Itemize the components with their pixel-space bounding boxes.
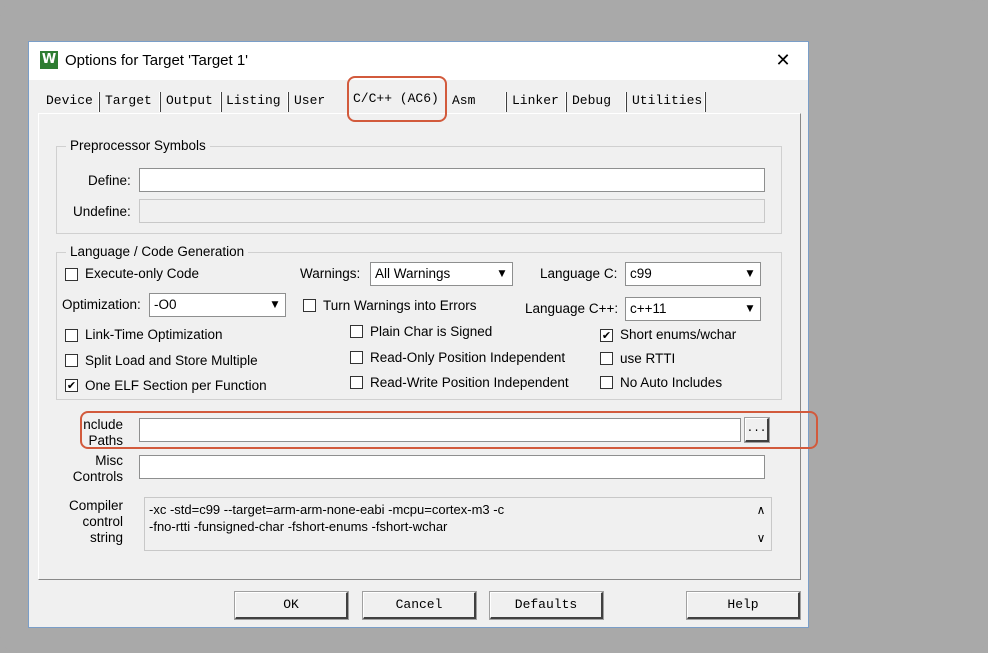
language-cpp-select[interactable]: c++11 ▼ [625, 297, 761, 321]
keil-app-icon: W [40, 51, 58, 69]
tab-utilities[interactable]: Utilities [628, 90, 706, 112]
defaults-button[interactable]: Defaults [489, 591, 604, 620]
read-only-pi-label: Read-Only Position Independent [370, 350, 566, 365]
define-label: Define: [88, 173, 131, 188]
turn-warnings-errors-checkbox[interactable] [303, 299, 316, 312]
language-c-label: Language C: [540, 266, 618, 281]
include-paths-highlight [80, 411, 818, 449]
compiler-control-line2: -fno-rtti -funsigned-char -fshort-enums … [149, 519, 448, 534]
tab-linker[interactable]: Linker [508, 90, 563, 112]
window-title: Options for Target 'Target 1' [65, 52, 249, 69]
plain-char-checkbox[interactable] [350, 325, 363, 338]
tab-separator [505, 92, 507, 112]
ok-button[interactable]: OK [234, 591, 349, 620]
undefine-label: Undefine: [73, 204, 131, 219]
optimization-value: -O0 [154, 297, 177, 312]
compiler-control-label-line1: Compiler [68, 498, 123, 513]
define-input[interactable] [139, 168, 765, 192]
tab-target[interactable]: Target [101, 90, 156, 112]
link-time-checkbox[interactable] [65, 329, 78, 342]
close-icon[interactable]: ✕ [770, 48, 796, 74]
tab-separator [98, 92, 100, 112]
title-bar: W Options for Target 'Target 1' ✕ [29, 42, 808, 80]
language-c-value: c99 [630, 266, 652, 281]
warnings-select[interactable]: All Warnings ▼ [370, 262, 513, 286]
language-c-select[interactable]: c99 ▼ [625, 262, 761, 286]
warnings-label: Warnings: [300, 266, 361, 281]
use-rtti-label: use RTTI [620, 351, 676, 366]
options-dialog: W Options for Target 'Target 1' ✕ Device… [28, 41, 809, 628]
misc-controls-label-line1: Misc [95, 453, 123, 468]
execute-only-label: Execute-only Code [85, 266, 200, 281]
help-button[interactable]: Help [686, 591, 801, 620]
chevron-down-icon: ▼ [271, 300, 279, 310]
read-write-pi-checkbox[interactable] [350, 376, 363, 389]
compiler-control-label-line3: string [89, 530, 123, 545]
split-load-label: Split Load and Store Multiple [85, 353, 258, 368]
short-enums-label: Short enums/wchar [620, 327, 737, 342]
execute-only-checkbox[interactable] [65, 268, 78, 281]
tab-device[interactable]: Device [42, 90, 97, 112]
tab-separator [159, 92, 161, 112]
language-group-label: Language / Code Generation [66, 244, 249, 259]
read-write-pi-label: Read-Write Position Independent [370, 375, 569, 390]
link-time-label: Link-Time Optimization [85, 327, 223, 342]
language-cpp-value: c++11 [630, 301, 667, 316]
optimization-select[interactable]: -O0 ▼ [149, 293, 286, 317]
scroll-down-icon[interactable]: ∨ [753, 530, 769, 546]
no-auto-includes-label: No Auto Includes [620, 375, 723, 390]
one-elf-checkbox[interactable]: ✔ [65, 379, 78, 392]
chevron-down-icon: ▼ [498, 269, 506, 279]
use-rtti-checkbox[interactable] [600, 352, 613, 365]
compiler-control-line1: -xc -std=c99 --target=arm-arm-none-eabi … [149, 502, 505, 517]
preprocessor-group-label: Preprocessor Symbols [66, 138, 210, 153]
tab-separator [625, 92, 627, 112]
tab-listing[interactable]: Listing [222, 90, 285, 112]
misc-controls-label: Misc Controls [69, 453, 123, 485]
split-load-checkbox[interactable] [65, 354, 78, 367]
misc-controls-input[interactable] [139, 455, 765, 479]
one-elf-label: One ELF Section per Function [85, 378, 267, 393]
read-only-pi-checkbox[interactable] [350, 351, 363, 364]
tab-separator [565, 92, 567, 112]
turn-warnings-errors-label: Turn Warnings into Errors [323, 298, 477, 313]
optimization-label: Optimization: [62, 297, 141, 312]
tab-asm[interactable]: Asm [448, 90, 479, 112]
chevron-down-icon: ▼ [746, 304, 754, 314]
warnings-value: All Warnings [375, 266, 451, 281]
undefine-input [139, 199, 765, 223]
tab-separator [287, 92, 289, 112]
tab-separator [704, 92, 706, 112]
tab-user[interactable]: User [290, 90, 329, 112]
compiler-control-label-line2: control [82, 514, 123, 529]
plain-char-label: Plain Char is Signed [370, 324, 493, 339]
chevron-down-icon: ▼ [746, 269, 754, 279]
tab-debug[interactable]: Debug [568, 90, 615, 112]
language-cpp-label: Language C++: [525, 301, 619, 316]
active-tab-highlight [347, 76, 447, 122]
misc-controls-label-line2: Controls [72, 469, 123, 484]
cancel-button[interactable]: Cancel [362, 591, 477, 620]
no-auto-includes-checkbox[interactable] [600, 376, 613, 389]
tab-output[interactable]: Output [162, 90, 217, 112]
compiler-control-textarea[interactable]: -xc -std=c99 --target=arm-arm-none-eabi … [144, 497, 772, 551]
short-enums-checkbox[interactable]: ✔ [600, 329, 613, 342]
compiler-control-label: Compiler control string [59, 498, 123, 546]
scroll-up-icon[interactable]: ∧ [753, 502, 769, 518]
